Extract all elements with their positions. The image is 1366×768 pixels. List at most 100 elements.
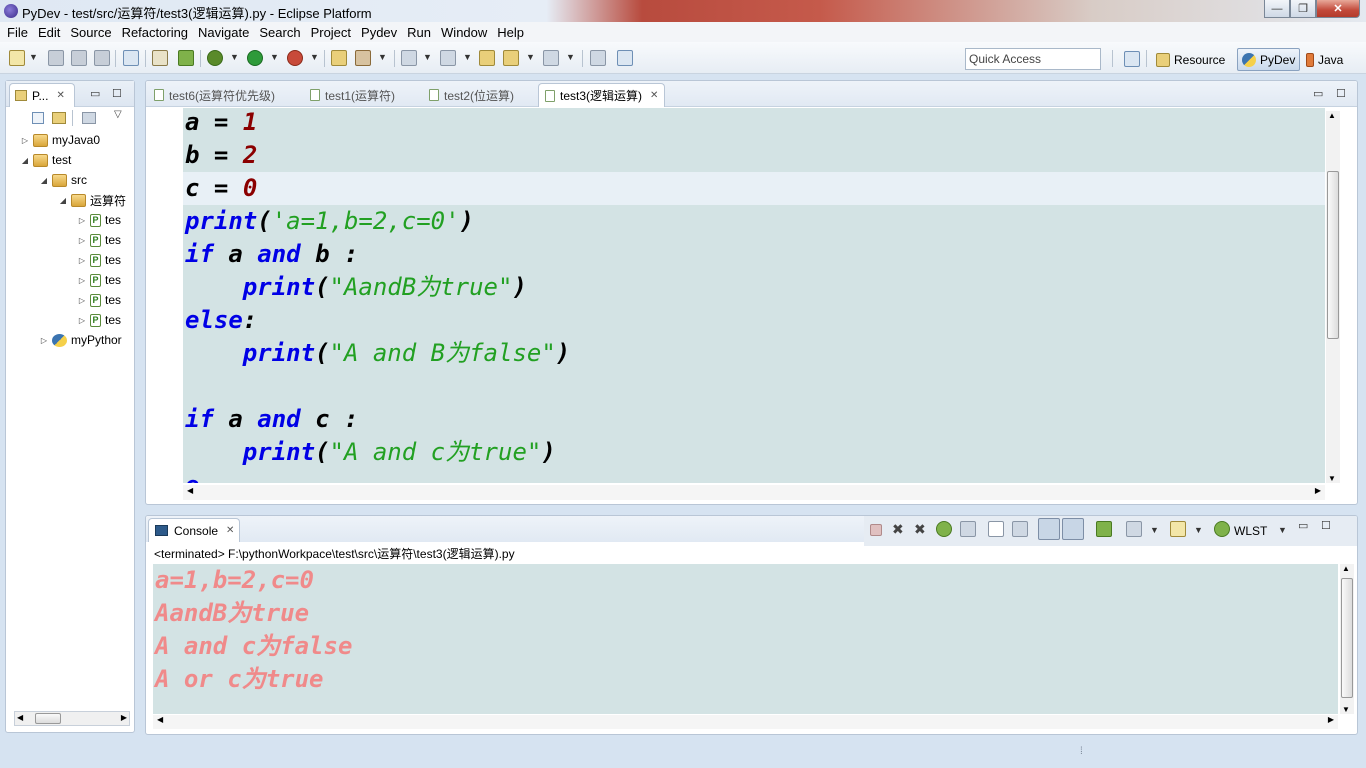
code-area[interactable]: a = 1b = 2c = 0 print('a=1,b=2,c=0') if a … <box>183 108 1325 483</box>
collapse-arrow-icon[interactable]: ◢ <box>58 196 68 205</box>
save-all-icon[interactable] <box>71 50 87 66</box>
scrollbar-thumb[interactable] <box>1341 578 1353 698</box>
back-dropdown-icon[interactable]: ▼ <box>526 52 535 62</box>
menu-run[interactable]: Run <box>402 25 436 40</box>
explorer-horizontal-scrollbar[interactable]: ◀ ▶ <box>14 711 130 726</box>
scroll-lock-icon[interactable] <box>988 521 1004 537</box>
close-window-button[interactable]: ✕ <box>1316 0 1360 18</box>
scrollbar-thumb[interactable] <box>35 713 61 724</box>
scroll-right-icon[interactable]: ▶ <box>1328 715 1334 724</box>
print-icon[interactable] <box>94 50 110 66</box>
expand-arrow-icon[interactable]: ▷ <box>77 216 87 225</box>
filter-icon[interactable] <box>82 112 96 124</box>
terminate-icon[interactable] <box>870 524 882 536</box>
tree-item[interactable]: ◢ test <box>20 150 71 170</box>
minimize-button[interactable]: — <box>1264 0 1290 18</box>
previous-annotation-icon[interactable] <box>440 50 456 66</box>
forward-dropdown-icon[interactable]: ▼ <box>566 52 575 62</box>
menu-refactoring[interactable]: Refactoring <box>117 25 193 40</box>
tab-test6[interactable]: test6(运算符优先级) <box>154 84 275 106</box>
pin-editor-icon[interactable] <box>590 50 606 66</box>
save-icon[interactable] <box>48 50 64 66</box>
menu-edit[interactable]: Edit <box>33 25 65 40</box>
console-output[interactable]: a=1,b=2,c=0 AandB为true A and c为false A or c… <box>153 564 1338 714</box>
scroll-right-icon[interactable]: ▶ <box>121 713 127 722</box>
wlst-label[interactable]: WLST <box>1234 524 1267 538</box>
view-menu-icon[interactable]: ▽ <box>114 109 122 120</box>
open-console-icon[interactable] <box>1170 521 1186 537</box>
display-selected-console-icon[interactable] <box>1126 521 1142 537</box>
word-wrap-icon[interactable] <box>1012 521 1028 537</box>
perspective-pydev[interactable]: PyDev <box>1237 48 1301 71</box>
scroll-up-icon[interactable]: ▲ <box>1342 564 1350 573</box>
tree-item[interactable]: ◢ 运算符 <box>58 190 126 210</box>
menu-file[interactable]: File <box>2 25 33 40</box>
forward-icon[interactable] <box>543 50 559 66</box>
marker-icon[interactable] <box>355 50 371 66</box>
console-horizontal-scrollbar[interactable]: ◀ ▶ <box>153 715 1338 729</box>
expand-arrow-icon[interactable]: ▷ <box>39 336 49 345</box>
menu-project[interactable]: Project <box>306 25 356 40</box>
scroll-left-icon[interactable]: ◀ <box>17 713 23 722</box>
quick-access-input[interactable]: Quick Access <box>965 48 1101 70</box>
perspective-java[interactable]: Java <box>1302 48 1347 71</box>
clear-console-icon[interactable] <box>960 521 976 537</box>
scroll-right-icon[interactable]: ▶ <box>1315 486 1321 495</box>
view-menu-icon[interactable]: ▼ <box>1278 525 1287 535</box>
new-dropdown-icon[interactable]: ▼ <box>29 52 38 62</box>
scrollbar-thumb[interactable] <box>1327 171 1339 339</box>
open-console-dropdown-icon[interactable]: ▼ <box>1194 525 1203 535</box>
maximize-icon[interactable]: ☐ <box>112 87 122 100</box>
debug-config-icon[interactable] <box>152 50 168 66</box>
previous-annotation-dropdown-icon[interactable]: ▼ <box>463 52 472 62</box>
tree-item[interactable]: ▷ Ptes <box>77 290 121 310</box>
tree-item[interactable]: ▷ Ptes <box>77 210 121 230</box>
menu-window[interactable]: Window <box>436 25 492 40</box>
open-perspective-icon[interactable] <box>1124 51 1140 67</box>
open-type-icon[interactable] <box>123 50 139 66</box>
scroll-up-icon[interactable]: ▲ <box>1328 111 1336 120</box>
tree-item[interactable]: ▷ Ptes <box>77 310 121 330</box>
expand-arrow-icon[interactable]: ▷ <box>20 136 30 145</box>
tree-item[interactable]: ▷ Ptes <box>77 230 121 250</box>
maximize-icon[interactable]: ☐ <box>1321 519 1331 532</box>
tree-item[interactable]: ▷ Ptes <box>77 250 121 270</box>
scroll-down-icon[interactable]: ▼ <box>1328 474 1336 483</box>
relaunch-icon[interactable] <box>936 521 952 537</box>
menu-search[interactable]: Search <box>254 25 305 40</box>
minimize-icon[interactable]: ▭ <box>90 87 100 100</box>
restore-button[interactable]: ❐ <box>1290 0 1316 18</box>
link-with-editor-icon[interactable] <box>52 112 66 124</box>
tree-item[interactable]: ▷ myJava0 <box>20 130 100 150</box>
debug-dropdown-icon[interactable]: ▼ <box>230 52 239 62</box>
maximize-icon[interactable]: ☐ <box>1336 87 1346 100</box>
tab-test1[interactable]: test1(运算符) <box>310 84 395 106</box>
display-console-dropdown-icon[interactable]: ▼ <box>1150 525 1159 535</box>
marker-dropdown-icon[interactable]: ▼ <box>378 52 387 62</box>
run-icon[interactable] <box>247 50 263 66</box>
open-folder-icon[interactable] <box>331 50 347 66</box>
show-on-stderr-icon[interactable] <box>1062 518 1084 540</box>
back-icon[interactable] <box>503 50 519 66</box>
minimize-icon[interactable]: ▭ <box>1298 519 1308 532</box>
console-vertical-scrollbar[interactable]: ▲ ▼ <box>1340 564 1354 714</box>
show-on-stdout-icon[interactable] <box>1038 518 1060 540</box>
scroll-left-icon[interactable]: ◀ <box>187 486 193 495</box>
external-tools-dropdown-icon[interactable]: ▼ <box>310 52 319 62</box>
wlst-icon[interactable] <box>1214 521 1230 537</box>
menu-source[interactable]: Source <box>65 25 116 40</box>
pin-console-icon[interactable] <box>1096 521 1112 537</box>
perspective-resource[interactable]: Resource <box>1152 48 1229 71</box>
close-icon[interactable]: ✕ <box>226 525 234 536</box>
minimize-icon[interactable]: ▭ <box>1313 87 1323 100</box>
menu-help[interactable]: Help <box>492 25 529 40</box>
next-annotation-icon[interactable] <box>401 50 417 66</box>
expand-arrow-icon[interactable]: ▷ <box>77 296 87 305</box>
python-run-icon[interactable] <box>178 50 194 66</box>
editor-vertical-scrollbar[interactable]: ▲ ▼ <box>1326 111 1340 483</box>
collapse-all-icon[interactable] <box>32 112 44 124</box>
editor-horizontal-scrollbar[interactable]: ◀ ▶ <box>183 485 1325 500</box>
expand-arrow-icon[interactable]: ▷ <box>77 316 87 325</box>
scroll-left-icon[interactable]: ◀ <box>157 715 163 724</box>
tree-item[interactable]: ▷ Ptes <box>77 270 121 290</box>
